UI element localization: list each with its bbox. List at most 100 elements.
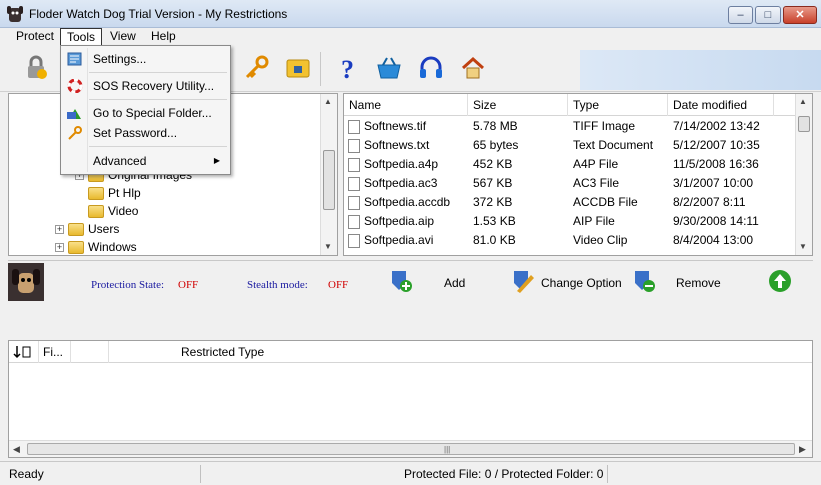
toolbar-separator bbox=[320, 52, 321, 86]
add-shield-icon[interactable] bbox=[389, 269, 413, 293]
up-arrow-icon[interactable] bbox=[768, 269, 792, 293]
key-icon[interactable] bbox=[242, 54, 270, 82]
file-cell-name: Softpedia.accdb bbox=[348, 193, 450, 212]
home-icon[interactable] bbox=[459, 54, 487, 82]
svg-text:?: ? bbox=[341, 55, 354, 82]
scroll-thumb[interactable] bbox=[323, 150, 335, 210]
scroll-thumb[interactable] bbox=[27, 443, 795, 455]
file-list[interactable]: Name Size Type Date modified Softnews.ti… bbox=[343, 93, 813, 256]
file-cell-text: 11/5/2008 16:36 bbox=[673, 157, 759, 171]
file-cell-modified: 8/4/2004 13:00 bbox=[673, 231, 753, 250]
file-row[interactable]: Softpedia.accdb 372 KB ACCDB File 8/2/2007 … bbox=[344, 193, 796, 212]
menu-separator bbox=[89, 146, 227, 147]
add-button[interactable]: Add bbox=[444, 276, 465, 290]
file-row[interactable]: Softnews.txt 65 bytes Text Document 5/12/20… bbox=[344, 136, 796, 155]
file-cell-type: A4P File bbox=[573, 155, 618, 174]
file-row[interactable]: Softpedia.a4p 452 KB A4P File 11/5/2008 16:… bbox=[344, 155, 796, 174]
column-modified[interactable]: Date modified bbox=[668, 94, 774, 116]
file-cell-text: Softpedia.ac3 bbox=[364, 176, 438, 190]
file-cell-name: Softpedia.avi bbox=[348, 231, 433, 250]
restrictions-hscrollbar[interactable]: ◀ ||| ▶ bbox=[9, 440, 812, 457]
change-option-icon[interactable] bbox=[511, 269, 535, 293]
window-title: Floder Watch Dog Trial Version - My Rest… bbox=[29, 7, 288, 21]
file-cell-text: 7/14/2002 13:42 bbox=[673, 119, 760, 133]
folder-lock-icon[interactable] bbox=[284, 54, 312, 82]
menu-item-goto-folder[interactable]: Go to Special Folder... bbox=[61, 102, 230, 124]
menu-tools[interactable]: Tools bbox=[60, 28, 103, 46]
folder-icon bbox=[88, 187, 104, 201]
file-row[interactable]: Softpedia.avi 81.0 KB Video Clip 8/4/2004 1… bbox=[344, 231, 796, 250]
menu-protect[interactable]: Protect bbox=[10, 28, 60, 46]
file-cell-name: Softpedia.a4p bbox=[348, 155, 438, 174]
tree-item[interactable]: Video bbox=[88, 202, 138, 220]
menu-item-advanced[interactable]: Advanced ▶ bbox=[61, 150, 230, 172]
scroll-left-icon[interactable]: ◀ bbox=[13, 444, 20, 455]
scroll-up-icon[interactable]: ▲ bbox=[324, 97, 332, 106]
column-file[interactable]: Fi... bbox=[39, 341, 71, 363]
file-cell-text: Softnews.tif bbox=[364, 119, 427, 133]
menu-item-settings[interactable]: Settings... bbox=[61, 48, 230, 70]
menu-item-sos[interactable]: SOS Recovery Utility... bbox=[61, 75, 230, 97]
scroll-grip-icon: ||| bbox=[444, 445, 451, 454]
close-button[interactable]: ✕ bbox=[783, 6, 817, 24]
change-option-button[interactable]: Change Option bbox=[541, 276, 622, 290]
tree-scrollbar[interactable]: ▲ ▼ bbox=[320, 94, 337, 255]
folder-icon bbox=[88, 205, 104, 219]
help-icon[interactable]: ? bbox=[333, 54, 361, 82]
basket-icon[interactable] bbox=[375, 54, 403, 82]
scroll-down-icon[interactable]: ▼ bbox=[324, 242, 332, 251]
file-cell-name: Softpedia.ac3 bbox=[348, 174, 437, 193]
file-cell-name: Softnews.txt bbox=[348, 136, 429, 155]
file-cell-text: 372 KB bbox=[473, 195, 513, 209]
file-cell-type: AIP File bbox=[573, 212, 615, 231]
minimize-button[interactable]: – bbox=[728, 6, 753, 24]
scroll-right-icon[interactable]: ▶ bbox=[799, 444, 806, 455]
goto-folder-icon bbox=[67, 109, 81, 119]
file-cell-text: 81.0 KB bbox=[473, 233, 516, 247]
remove-shield-icon[interactable] bbox=[632, 269, 656, 293]
file-list-header: Name Size Type Date modified bbox=[344, 94, 796, 116]
headset-icon[interactable] bbox=[417, 54, 445, 82]
file-cell-text: 9/30/2008 14:11 bbox=[673, 214, 759, 228]
scroll-down-icon[interactable]: ▼ bbox=[799, 242, 807, 251]
file-cell-text: Softpedia.a4p bbox=[364, 157, 439, 171]
lock-icon[interactable] bbox=[22, 54, 50, 82]
file-scrollbar[interactable]: ▲ ▼ bbox=[795, 94, 812, 255]
folder-icon bbox=[68, 241, 84, 255]
expand-toggle[interactable]: + bbox=[55, 225, 64, 235]
tree-item[interactable]: + Windows bbox=[55, 238, 137, 255]
file-icon bbox=[348, 214, 360, 229]
file-cell-size: 1.53 KB bbox=[473, 212, 516, 231]
menu-view[interactable]: View bbox=[104, 28, 142, 46]
file-row[interactable]: Softpedia.aip 1.53 KB AIP File 9/30/2008 14… bbox=[344, 212, 796, 231]
file-row[interactable]: Softpedia.ac3 567 KB AC3 File 3/1/2007 10:0… bbox=[344, 174, 796, 193]
file-icon bbox=[348, 195, 360, 210]
file-cell-text: 5.78 MB bbox=[473, 119, 518, 133]
column-size[interactable]: Size bbox=[468, 94, 568, 116]
maximize-button[interactable]: □ bbox=[755, 6, 781, 24]
file-cell-size: 65 bytes bbox=[473, 136, 518, 155]
column-name[interactable]: Name bbox=[344, 94, 468, 116]
menu-help[interactable]: Help bbox=[145, 28, 182, 46]
toolbar-banner bbox=[580, 50, 821, 90]
column-type[interactable]: Type bbox=[568, 94, 668, 116]
remove-button[interactable]: Remove bbox=[676, 276, 721, 290]
expand-toggle[interactable]: + bbox=[55, 243, 64, 253]
column-blank[interactable] bbox=[71, 341, 109, 363]
stealth-mode-label: Stealth mode: bbox=[247, 279, 308, 291]
tree-item[interactable]: Pt Hlp bbox=[88, 184, 141, 202]
sort-icon[interactable] bbox=[9, 341, 39, 363]
tree-item-label: Users bbox=[88, 222, 120, 236]
column-restricted-type[interactable]: Restricted Type bbox=[177, 341, 377, 363]
file-cell-size: 452 KB bbox=[473, 155, 512, 174]
restrictions-list[interactable]: Fi... Restricted Type ◀ ||| ▶ bbox=[8, 340, 813, 458]
tree-item[interactable]: + Users bbox=[55, 220, 119, 238]
scroll-up-icon[interactable]: ▲ bbox=[799, 97, 807, 106]
file-cell-text: Video Clip bbox=[573, 233, 628, 247]
file-row[interactable]: Softnews.tif 5.78 MB TIFF Image 7/14/2002 1… bbox=[344, 117, 796, 136]
file-cell-text: AC3 File bbox=[573, 176, 620, 190]
protection-panel: Protection State: OFF Stealth mode: OFF … bbox=[8, 260, 813, 338]
file-cell-size: 372 KB bbox=[473, 193, 512, 212]
scroll-thumb[interactable] bbox=[798, 116, 810, 132]
menu-item-set-password[interactable]: Set Password... bbox=[61, 122, 230, 144]
